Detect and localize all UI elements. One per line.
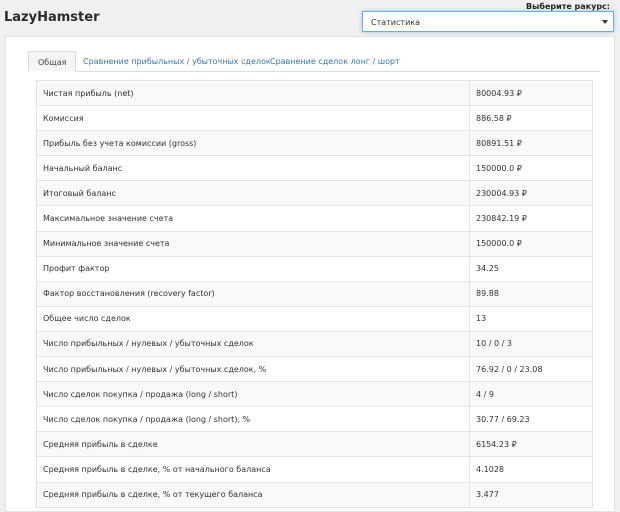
table-row: Число прибыльных / нулевых / убыточных с… [36,330,593,358]
stat-value: 886.58 ₽ [469,105,593,132]
stat-value: 150000.0 ₽ [469,230,593,257]
stat-value: 150000.0 ₽ [469,155,593,182]
stat-label: Итоговый баланс [36,180,470,207]
stat-value: 89.88 [469,280,593,307]
stat-value: 4 / 9 [469,381,593,408]
table-row: Фактор восстановления (recovery factor) 8… [36,280,593,307]
stat-value: 76.92 / 0 / 23.08 [469,356,593,383]
stat-label: Число прибыльных / нулевых / убыточных с… [36,356,470,383]
stat-value: 3.477 [469,481,593,508]
stat-label: Средняя прибыль в сделке, % от текущего … [36,481,470,508]
tab-general[interactable]: Общая [28,51,77,72]
stat-label: Начальный баланс [36,155,470,182]
stat-value: 6154.23 ₽ [469,431,593,458]
tab-bar: Общая Сравнение прибыльных / убыточных с… [28,51,600,72]
table-row: Средняя прибыль в сделке 6154.23 ₽ [36,431,593,458]
stat-label: Средняя прибыль в сделке, % от начальног… [36,456,470,483]
table-row: Итоговый баланс 230004.93 ₽ [36,180,593,207]
stat-label: Общее число сделок [36,305,470,332]
content-panel: Общая Сравнение прибыльных / убыточных с… [5,36,615,512]
table-row: Число сделок покупка / продажа (long / s… [36,381,593,408]
stat-value: 80891.51 ₽ [469,130,593,157]
stat-label: Фактор восстановления (recovery factor) [36,280,470,307]
stat-value: 230004.93 ₽ [469,180,593,207]
table-row: Средняя прибыль в сделке, % от начальног… [36,456,593,483]
table-row: Профит фактор 34.25 [36,255,593,282]
tab-long-short-comparison[interactable]: Сравнение сделок лонг / шорт [270,51,400,72]
table-row: Число сделок покупка / продажа (long / s… [36,406,593,433]
stats-table: Чистая прибыль (net) 80004.93 ₽ Комиссия 88… [36,79,593,508]
app-title: LazyHamster [4,10,100,25]
stat-label: Чистая прибыль (net) [36,79,470,107]
stat-label: Число сделок покупка / продажа (long / s… [36,406,470,433]
table-row: Общее число сделок 13 [36,305,593,332]
table-row: Средняя прибыль в сделке, % от текущего … [36,481,593,508]
stat-value: 4.1028 [469,456,593,483]
stat-value: 34.25 [469,255,593,282]
stat-label: Максимальное значение счета [36,205,470,232]
table-row: Минимальное значение счета 150000.0 ₽ [36,230,593,257]
table-row: Прибыль без учета комиссии (gross) 80891.… [36,130,593,157]
stat-label: Число сделок покупка / продажа (long / s… [36,381,470,408]
tab-profit-loss-comparison[interactable]: Сравнение прибыльных / убыточных сделок [83,51,271,72]
stat-label: Минимальное значение счета [36,230,470,257]
stat-label: Прибыль без учета комиссии (gross) [36,130,470,157]
view-select[interactable]: Статистика [362,11,614,32]
view-selector-label: Выберите ракурс: [526,2,610,11]
stat-label: Средняя прибыль в сделке [36,431,470,458]
stat-value: 13 [469,305,593,332]
stat-value: 230842.19 ₽ [469,205,593,232]
table-row: Комиссия 886.58 ₽ [36,105,593,132]
stat-label: Число прибыльных / нулевых / убыточных с… [36,330,470,358]
top-bar: LazyHamster Выберите ракурс: Статистика [0,0,620,34]
table-row: Начальный баланс 150000.0 ₽ [36,155,593,182]
view-select-value: Статистика [371,18,420,27]
stat-value: 30.77 / 69.23 [469,406,593,433]
table-row: Максимальное значение счета 230842.19 ₽ [36,205,593,232]
stat-value: 80004.93 ₽ [469,79,593,107]
stat-label: Комиссия [36,105,470,132]
chevron-down-icon [602,20,608,24]
stat-label: Профит фактор [36,255,470,282]
stat-value: 10 / 0 / 3 [469,330,593,358]
table-row: Чистая прибыль (net) 80004.93 ₽ [36,79,593,107]
table-row: Число прибыльных / нулевых / убыточных с… [36,356,593,383]
